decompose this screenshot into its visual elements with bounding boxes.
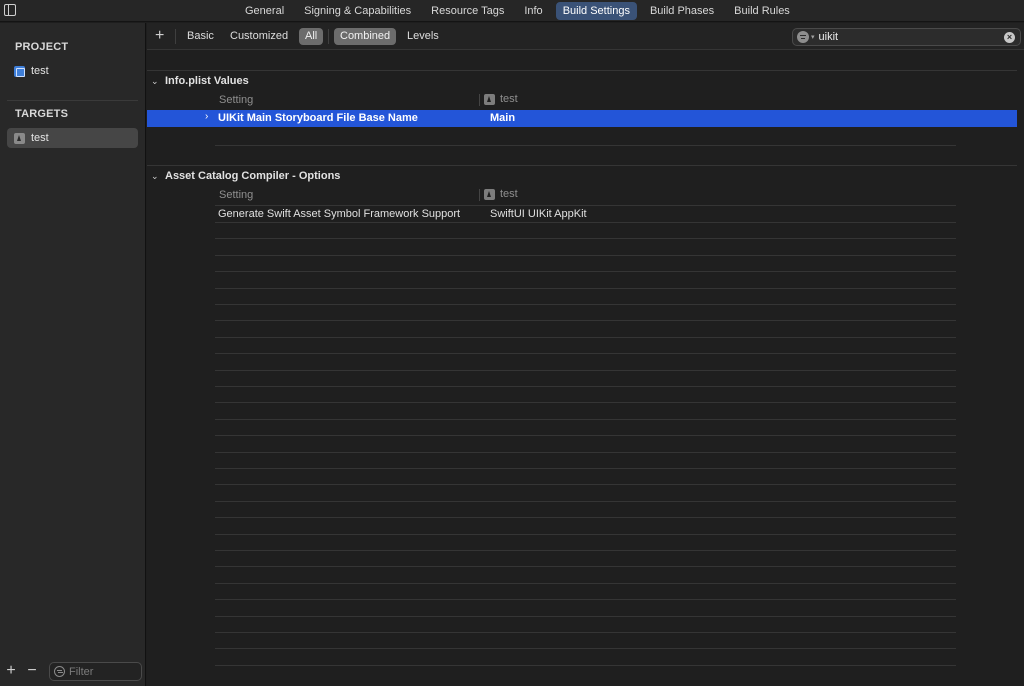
setting-name: Generate Swift Asset Symbol Framework Su… [218,208,461,220]
toolbar-separator [328,29,329,44]
target-column-header[interactable]: test [484,188,518,200]
grid-line [215,468,956,469]
grid-line [215,320,956,321]
grid-line [215,353,956,354]
group-divider [147,70,1017,71]
setting-column-header: Setting [219,189,254,201]
chevron-down-icon: ⌄ [151,75,159,86]
setting-value[interactable]: Main [490,112,515,124]
search-input[interactable] [818,31,989,43]
setting-value[interactable]: SwiftUI UIKit AppKit [490,208,587,220]
filter-icon[interactable] [797,31,809,43]
grid-line [215,566,956,567]
sidebar-item-label: test [31,65,49,77]
tab-signing-capabilities[interactable]: Signing & Capabilities [297,2,418,20]
grid-line [215,337,956,338]
grid-line [215,484,956,485]
project-section-header: PROJECT [15,41,69,53]
setting-name: UIKit Main Storyboard File Base Name [218,112,418,124]
settings-content: ⌄ Info.plist Values Setting test › UIKit… [147,51,1024,686]
tab-info[interactable]: Info [517,2,549,20]
project-navigator-sidebar: PROJECT test TARGETS test + − [0,23,146,686]
column-header-row: Setting test [215,186,956,204]
setting-row-generate-swift-asset-symbol[interactable]: Generate Swift Asset Symbol Framework Su… [147,206,1017,223]
app-target-icon [14,132,25,144]
grid-line [215,616,956,617]
target-column-label: test [500,188,518,200]
filter-customized-button[interactable]: Customized [224,28,294,45]
chevron-down-icon[interactable]: ▾ [811,33,815,41]
grid-line [215,419,956,420]
sidebar-item-project-test[interactable]: test [7,61,138,81]
tab-general[interactable]: General [238,2,291,20]
sidebar-item-target-test[interactable]: test [7,128,138,148]
app-target-icon [484,188,495,200]
sidebar-filter-field[interactable] [49,662,142,681]
build-settings-toolbar: + Basic Customized All Combined Levels ▾… [147,23,1024,50]
grid-line [215,370,956,371]
grid-line [215,517,956,518]
remove-target-button[interactable]: − [25,663,39,679]
setting-row-uikit-main-storyboard[interactable]: › UIKit Main Storyboard File Base Name M… [147,110,1017,127]
grid-line [215,550,956,551]
column-separator [479,189,480,201]
grid-line [215,386,956,387]
grid-line [215,402,956,403]
setting-column-header: Setting [219,94,254,106]
search-field[interactable]: ▾ × [792,28,1021,46]
grid-line [215,665,956,666]
grid-line [215,222,956,223]
view-combined-button[interactable]: Combined [334,28,397,45]
grid-line [215,534,956,535]
sidebar-item-label: test [31,132,49,144]
group-header-asset-catalog[interactable]: ⌄ Asset Catalog Compiler - Options [151,167,340,185]
targets-section-header: TARGETS [15,108,69,120]
grid-line [215,648,956,649]
tab-build-phases[interactable]: Build Phases [643,2,721,20]
tab-resource-tags[interactable]: Resource Tags [424,2,511,20]
xcode-build-settings-window: General Signing & Capabilities Resource … [0,0,1024,686]
sidebar-footer: + − [0,660,146,686]
grid-line [215,583,956,584]
tabs: General Signing & Capabilities Resource … [238,2,803,20]
add-setting-button[interactable]: + [155,26,164,46]
grid-line [215,238,956,239]
grid-line [215,304,956,305]
sidebar-divider [7,100,138,101]
clear-icon[interactable]: × [1004,32,1015,43]
filter-basic-button[interactable]: Basic [181,28,220,45]
grid-line [215,632,956,633]
column-header-row: Setting test [215,91,956,109]
target-column-header[interactable]: test [484,93,518,105]
tab-build-rules[interactable]: Build Rules [727,2,797,20]
app-target-icon [484,93,495,105]
build-settings-editor: + Basic Customized All Combined Levels ▾… [147,23,1024,686]
sidebar-toggle-icon[interactable] [4,4,16,16]
group-divider [147,165,1017,166]
filter-icon [54,666,65,677]
tab-build-settings[interactable]: Build Settings [555,2,637,20]
grid-line [215,501,956,502]
column-separator [479,94,480,106]
grid-line [215,452,956,453]
grid-line [215,255,956,256]
grid-line [215,288,956,289]
project-icon [14,65,25,77]
add-target-button[interactable]: + [4,663,18,679]
grid-line [215,145,956,146]
grid-line [215,599,956,600]
grid-line [215,271,956,272]
filter-all-button[interactable]: All [299,28,324,45]
editor-tab-bar: General Signing & Capabilities Resource … [0,0,1024,22]
group-title: Asset Catalog Compiler - Options [165,170,341,182]
toolbar-separator [175,29,176,44]
chevron-down-icon: ⌄ [151,170,159,181]
chevron-right-icon[interactable]: › [205,111,208,122]
group-title: Info.plist Values [165,75,249,87]
filter-input[interactable] [69,665,139,678]
target-column-label: test [500,93,518,105]
view-levels-button[interactable]: Levels [401,28,445,45]
group-header-info-plist[interactable]: ⌄ Info.plist Values [151,72,249,90]
grid-line [215,435,956,436]
